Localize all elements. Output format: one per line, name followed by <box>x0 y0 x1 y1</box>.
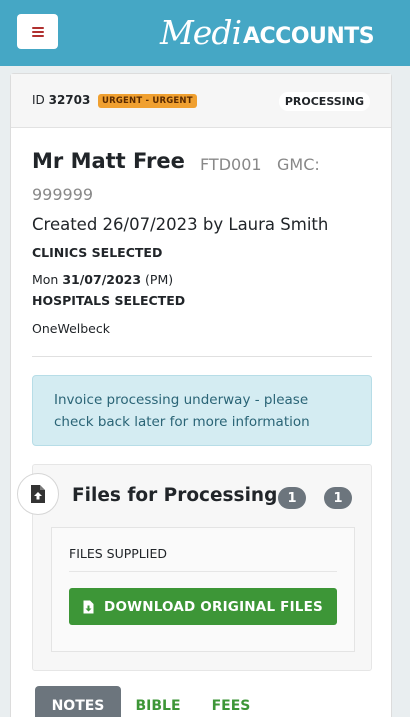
files-processed-badge: 1 <box>324 487 352 509</box>
files-for-processing-panel: Files for Processing 1 1 FILES SUPPLIED … <box>17 464 372 671</box>
hamburger-icon <box>31 26 44 37</box>
clinic-day: Mon <box>32 272 59 287</box>
urgency-badge: URGENT - URGENT <box>98 94 197 108</box>
files-count-badge: 1 <box>278 487 306 509</box>
files-supplied-label: FILES SUPPLIED <box>69 546 167 561</box>
tab-fees[interactable]: FEES <box>205 686 257 717</box>
download-button-label: DOWNLOAD ORIGINAL FILES <box>104 598 323 615</box>
logo-accounts-text: ACCOUNTS <box>243 24 375 49</box>
gmc-number: 999999 <box>32 185 94 204</box>
tab-notes[interactable]: NOTES <box>35 686 121 717</box>
clinic-date: Mon 31/07/2023 (PM) <box>32 272 173 287</box>
created-info: Created 26/07/2023 by Laura Smith <box>32 215 329 234</box>
files-supplied-divider <box>69 571 337 572</box>
patient-name: Mr Matt Free <box>32 149 185 173</box>
file-download-icon <box>83 600 94 613</box>
top-navbar: Medi ACCOUNTS <box>0 0 410 66</box>
hospital-name: OneWelbeck <box>32 321 110 336</box>
clinic-session: (PM) <box>145 272 174 287</box>
case-id-prefix: ID <box>32 93 45 107</box>
gmc-label: GMC: <box>277 155 320 174</box>
processing-alert: Invoice processing underway - please che… <box>32 375 372 446</box>
clinic-date-value: 31/07/2023 <box>62 272 142 287</box>
menu-toggle-button[interactable] <box>17 14 58 49</box>
section-divider <box>32 356 372 357</box>
tab-bible[interactable]: BIBLE <box>131 686 185 717</box>
files-supplied-section: FILES SUPPLIED DOWNLOAD ORIGINAL FILES <box>51 527 355 652</box>
file-upload-icon <box>17 473 59 515</box>
patient-reference: FTD001 <box>200 155 262 174</box>
hospitals-selected-heading: HOSPITALS SELECTED <box>32 293 186 308</box>
case-card-header: ID 32703 URGENT - URGENT PROCESSING <box>11 74 391 128</box>
case-card: ID 32703 URGENT - URGENT PROCESSING Mr M… <box>10 73 392 717</box>
status-badge: PROCESSING <box>278 92 370 111</box>
clinics-selected-heading: CLINICS SELECTED <box>32 245 163 260</box>
download-original-files-button[interactable]: DOWNLOAD ORIGINAL FILES <box>69 588 337 625</box>
case-id: ID 32703 <box>32 93 90 107</box>
files-panel-title: Files for Processing <box>72 485 278 506</box>
case-id-value: 32703 <box>48 93 91 107</box>
app-logo[interactable]: Medi ACCOUNTS <box>160 12 375 52</box>
logo-medi-text: Medi <box>160 13 242 52</box>
